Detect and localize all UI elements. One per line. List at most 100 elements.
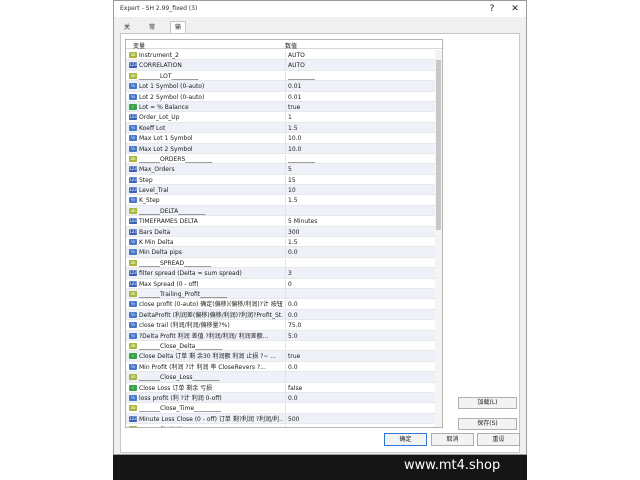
scroll-thumb[interactable] [436, 60, 441, 230]
table-row[interactable]: ½ K_Step 1.5 [126, 195, 442, 206]
param-name: _______Trailing_Profit_________ [139, 290, 228, 298]
param-value[interactable]: 3 [285, 269, 441, 279]
tab-common[interactable]: 常用 [145, 22, 159, 42]
param-value[interactable]: 1.5 [285, 123, 441, 133]
table-row[interactable]: ab_______Statistics_________ [126, 424, 442, 427]
table-row[interactable]: 123 TIMEFRAMES DELTA 5 Minutes [126, 216, 442, 227]
table-row[interactable]: 123 Max Spread (0 - off) 0 [126, 279, 442, 289]
table-row[interactable]: ½ close profit (0-auto) 确定(偏移)(偏移/利润)?计 按… [126, 299, 442, 310]
param-value[interactable]: true [285, 352, 441, 362]
table-row[interactable]: ½ DeltaProfit (利润差(偏移)偏移/利润)?利润?Profit_St… [126, 309, 442, 321]
param-value[interactable]: 0.01 [285, 92, 441, 102]
param-value[interactable]: _________ [285, 71, 441, 81]
close-button[interactable]: ✕ [507, 3, 523, 15]
save-button[interactable]: 保存(S) [458, 418, 517, 430]
ok-button[interactable]: 确定 [384, 433, 427, 446]
param-name: TIMEFRAMES DELTA [139, 218, 198, 226]
param-value[interactable]: 0.0 [285, 310, 441, 320]
param-value[interactable]: 300 [285, 227, 441, 237]
table-row[interactable]: 123 Max_Orders 5 [126, 164, 442, 175]
table-row[interactable]: ½ Lot 2 Symbol (0-auto) 0.01 [126, 92, 442, 102]
param-name: Close Delta 订单 剩 余30 利润额 利润 止损 ?~ ... [139, 353, 277, 361]
param-value[interactable] [285, 289, 441, 299]
param-value[interactable]: 1.5 [285, 196, 441, 206]
param-value[interactable] [285, 206, 441, 216]
param-value[interactable]: 0 [285, 279, 441, 289]
table-row[interactable]: 123 Step 15 [126, 175, 442, 186]
param-value[interactable]: 10 [285, 186, 441, 196]
param-value[interactable] [285, 404, 441, 414]
param-value[interactable]: 1 [285, 113, 441, 123]
table-row[interactable]: ab _______Trailing_Profit_________ [126, 288, 442, 300]
table-row[interactable]: ½ Max Lot 2 Symbol 10.0 [126, 143, 442, 154]
param-type-icon: ✓ [129, 384, 137, 391]
param-value[interactable]: 75.0 [285, 321, 441, 331]
table-row[interactable]: ½ ?Delta Profit 利润 差值 ?利润/利润/ 利润差额... 5.0 [126, 330, 442, 341]
param-value[interactable]: 0.01 [285, 82, 441, 92]
cancel-button[interactable]: 取消 [431, 433, 474, 446]
table-row[interactable]: ab _______ORDERS_________ _________ [126, 154, 442, 165]
param-type-icon: ab [129, 426, 137, 427]
param-type-icon: ½ [129, 301, 137, 308]
param-type-icon: ½ [129, 93, 137, 100]
param-value[interactable]: false [285, 383, 441, 393]
table-row[interactable]: ab _______Close_Delta_________ [126, 341, 442, 352]
param-value[interactable] [285, 425, 441, 427]
param-value[interactable] [285, 373, 441, 383]
table-row[interactable]: 123 filter spread (Delta = sum spread) 3 [126, 268, 442, 279]
vertical-scrollbar[interactable] [435, 50, 442, 427]
param-name: Close Loss 订单 剩余 亏损 [139, 384, 213, 392]
table-row[interactable]: ab _______Close_Loss_________ [126, 372, 442, 383]
table-row[interactable]: 123 CORRELATION AUTO [126, 60, 442, 71]
table-row[interactable]: ½ Max Lot 1 Symbol 10.0 [126, 133, 442, 144]
param-value[interactable]: 5.0 [285, 331, 441, 341]
param-value[interactable]: 0.0 [285, 248, 441, 258]
param-value[interactable]: 0.0 [285, 393, 441, 403]
param-name: Bars Delta [139, 228, 171, 236]
load-button[interactable]: 加载(L) [458, 397, 517, 409]
param-value[interactable]: 0.0 [285, 300, 441, 310]
table-row[interactable]: ½ close trail (利润/利润/偏移量?%) 75.0 [126, 320, 442, 331]
help-button[interactable]: ? [484, 3, 500, 15]
table-row[interactable]: ab _______DELTA_________ [126, 205, 442, 217]
param-value[interactable]: 10.0 [285, 134, 441, 144]
table-row[interactable]: 123 Order_Lot_Up 1 [126, 112, 442, 123]
table-row[interactable]: ½ Koeff Lot 1.5 [126, 122, 442, 134]
param-type-icon: 123 [129, 62, 137, 69]
param-type-icon: ab [129, 405, 137, 412]
param-value[interactable]: 15 [285, 175, 441, 185]
param-value[interactable] [285, 258, 441, 268]
tab-about[interactable]: 关于 [120, 22, 134, 42]
param-type-icon: ½ [129, 145, 137, 152]
param-value[interactable]: AUTO [285, 51, 441, 60]
table-row[interactable]: 123 Level_Tral 10 [126, 185, 442, 196]
param-value[interactable] [285, 341, 441, 351]
table-row[interactable]: ✓ Close Loss 订单 剩余 亏损 false [126, 383, 442, 393]
param-name: _______Close_Loss_________ [139, 374, 220, 382]
table-row[interactable]: ✓ Lot = % Balance true [126, 101, 442, 113]
param-value[interactable]: 0.0 [285, 362, 441, 372]
param-value[interactable]: true [285, 102, 441, 112]
table-row[interactable]: ½ loss profit (利 ?计 利润 0-off) 0.0 [126, 392, 442, 404]
table-row[interactable]: 123 Bars Delta 300 [126, 226, 442, 238]
param-value[interactable]: 5 [285, 165, 441, 175]
table-row[interactable]: ½ Min Profit (利润 ?计 利润 率 CloseRevers ?...… [126, 362, 442, 373]
table-row[interactable]: ½ Min Delta pips 0.0 [126, 247, 442, 258]
param-value[interactable]: 10.0 [285, 144, 441, 154]
expert-properties-dialog: Expert - SH 2.99_fixed (3) ? ✕ 关于 常用 输入参… [113, 0, 527, 455]
param-value[interactable]: _________ [285, 154, 441, 164]
param-value[interactable]: AUTO [285, 61, 441, 71]
reset-button[interactable]: 重设 [477, 433, 520, 446]
table-row[interactable]: ab _______SPREAD_________ [126, 258, 442, 269]
table-row[interactable]: ab _______LOT_________ _________ [126, 71, 442, 82]
table-row[interactable]: ab _______Close_Time_________ [126, 403, 442, 414]
table-row[interactable]: ½ Lot 1 Symbol (0-auto) 0.01 [126, 81, 442, 92]
table-row[interactable]: 123 Minute Loss Close (0 - off) 订单 剩?利润 ?… [126, 413, 442, 425]
param-type-icon: ab [129, 155, 137, 162]
param-value[interactable]: 5 Minutes [285, 217, 441, 227]
param-value[interactable]: 500 [285, 414, 441, 424]
table-row[interactable]: ½K Min Delta 1.5 [126, 237, 442, 248]
param-value[interactable]: 1.5 [285, 238, 441, 248]
table-row[interactable]: ab Instrument_2 AUTO [126, 50, 442, 61]
table-row[interactable]: ✓ Close Delta 订单 剩 余30 利润额 利润 止损 ?~ ... tr… [126, 351, 442, 362]
